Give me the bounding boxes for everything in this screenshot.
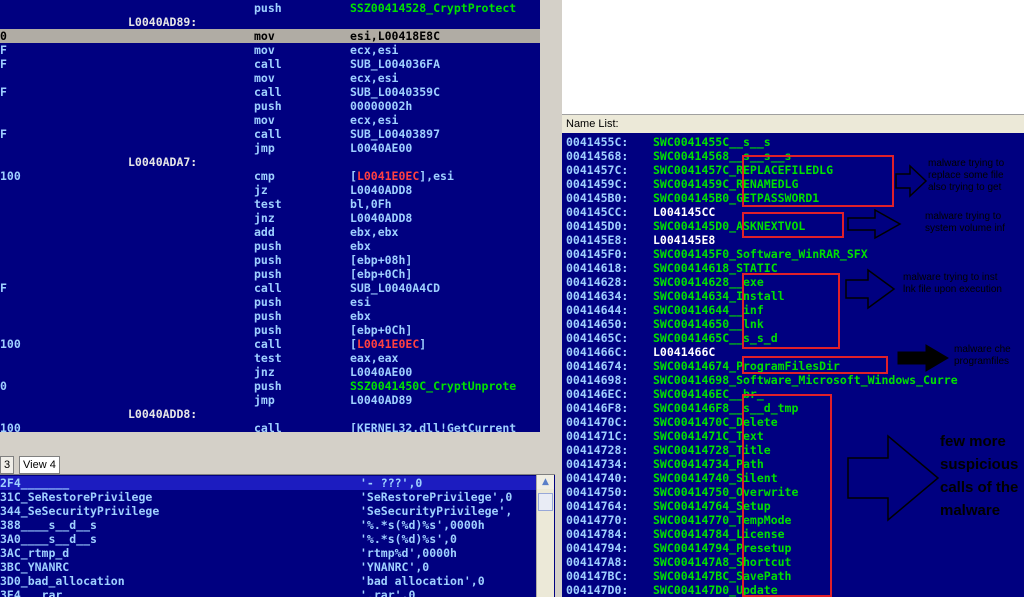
annotation-note-large: few more suspicious calls of the malware (940, 433, 1019, 519)
arrow-icon (895, 164, 928, 198)
annotation-note: malware trying to replace some file also… (928, 158, 1005, 193)
annotation-note: malware che programfiles (954, 344, 1011, 367)
arrow-icon (847, 434, 940, 522)
arrow-icon (897, 344, 949, 372)
arrow-icon (845, 268, 896, 310)
annotation-arrows (845, 164, 949, 522)
annotation-note: malware trying to system volume inf (925, 211, 1006, 234)
arrow-icon (847, 208, 902, 240)
annotation-note: malware trying to inst lnk file upon exe… (903, 272, 1002, 295)
